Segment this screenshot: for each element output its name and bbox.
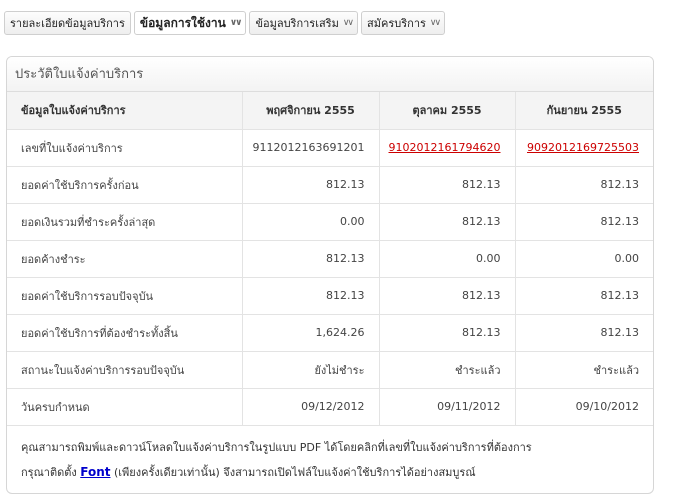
panel-title: ประวัติใบแจ้งค่าบริการ xyxy=(7,57,653,92)
double-chevron-down-icon: ∨∨ xyxy=(429,18,441,28)
bill-number-cell: 9112012163691201 xyxy=(242,129,380,167)
tab-label: ข้อมูลบริการเสริม xyxy=(255,17,339,30)
table-cell: 1,624.26 xyxy=(242,314,380,352)
table-cell: 812.13 xyxy=(515,203,653,241)
table-row: ยอดค้างชำระ 812.13 0.00 0.00 xyxy=(7,240,653,278)
table-cell: 812.13 xyxy=(379,277,516,315)
table-cell: 812.13 xyxy=(242,166,380,204)
service-tabs: รายละเอียดข้อมูลบริการ ข้อมูลการใช้งาน ∨… xyxy=(4,11,446,35)
table-row: ยอดค่าใช้บริการที่ต้องชำระทั้งสิ้น 1,624… xyxy=(7,314,653,352)
row-label: ยอดค่าใช้บริการครั้งก่อน xyxy=(7,166,243,204)
billing-history-table: ข้อมูลใบแจ้งค่าบริการ พฤศจิกายน 2555 ตุล… xyxy=(7,92,653,426)
bill-number-cell: 9102012161794620 xyxy=(379,129,516,167)
table-row: วันครบกำหนด 09/12/2012 09/11/2012 09/10/… xyxy=(7,388,653,426)
table-cell: 812.13 xyxy=(379,203,516,241)
billing-history-panel: ประวัติใบแจ้งค่าบริการ ข้อมูลใบแจ้งค่าบร… xyxy=(6,56,654,494)
column-header: ตุลาคม 2555 xyxy=(379,92,516,130)
bill-number-cell: 9092012169725503 xyxy=(515,129,653,167)
footnote-text: (เพียงครั้งเดียวเท่านั้น) จึงสามารถเปิดไ… xyxy=(110,465,476,479)
table-cell: 812.13 xyxy=(242,240,380,278)
table-cell: 812.13 xyxy=(379,166,516,204)
footnote-text: กรุณาติดตั้ง xyxy=(21,465,81,479)
table-cell: 812.13 xyxy=(515,166,653,204)
double-chevron-down-icon: ∨∨ xyxy=(229,18,243,28)
table-cell: 812.13 xyxy=(515,277,653,315)
table-cell: 812.13 xyxy=(515,314,653,352)
table-cell: 0.00 xyxy=(379,240,516,278)
table-cell: 0.00 xyxy=(515,240,653,278)
due-date-cell: 09/10/2012 xyxy=(515,388,653,426)
payment-status-cell: ชำระแล้ว xyxy=(515,351,653,389)
column-header: พฤศจิกายน 2555 xyxy=(242,92,380,130)
table-cell: 812.13 xyxy=(379,314,516,352)
footnote-line: คุณสามารถพิมพ์และดาวน์โหลดใบแจ้งค่าบริกา… xyxy=(21,440,532,454)
row-label: ยอดค้างชำระ xyxy=(7,240,243,278)
table-cell: 0.00 xyxy=(242,203,380,241)
tab-apply-service[interactable]: สมัครบริการ ∨∨ xyxy=(361,11,446,35)
footnote-line: กรุณาติดตั้ง Font (เพียงครั้งเดียวเท่านั… xyxy=(21,460,639,485)
bill-number-link[interactable]: 9092012169725503 xyxy=(527,141,639,154)
font-install-link[interactable]: Font xyxy=(80,465,110,479)
table-row: ยอดเงินรวมที่ชำระครั้งล่าสุด 0.00 812.13… xyxy=(7,203,653,241)
row-label: ยอดค่าใช้บริการที่ต้องชำระทั้งสิ้น xyxy=(7,314,243,352)
bill-number-link[interactable]: 9102012161794620 xyxy=(389,141,501,154)
pdf-download-note: คุณสามารถพิมพ์และดาวน์โหลดใบแจ้งค่าบริกา… xyxy=(7,426,653,485)
row-label: ยอดค่าใช้บริการรอบปัจจุบัน xyxy=(7,277,243,315)
row-label: วันครบกำหนด xyxy=(7,388,243,426)
payment-status-cell: ยังไม่ชำระ xyxy=(242,351,380,389)
row-label: ยอดเงินรวมที่ชำระครั้งล่าสุด xyxy=(7,203,243,241)
table-row: สถานะใบแจ้งค่าบริการรอบปัจจุบัน ยังไม่ชำ… xyxy=(7,351,653,389)
row-label: สถานะใบแจ้งค่าบริการรอบปัจจุบัน xyxy=(7,351,243,389)
row-label: เลขที่ใบแจ้งค่าบริการ xyxy=(7,129,243,167)
tab-label: ข้อมูลการใช้งาน xyxy=(139,15,226,30)
table-row: เลขที่ใบแจ้งค่าบริการ 9112012163691201 9… xyxy=(7,129,653,167)
tab-service-details[interactable]: รายละเอียดข้อมูลบริการ xyxy=(4,11,131,35)
table-header-row: ข้อมูลใบแจ้งค่าบริการ พฤศจิกายน 2555 ตุล… xyxy=(7,92,653,130)
tab-label: สมัครบริการ xyxy=(367,17,426,30)
double-chevron-down-icon: ∨∨ xyxy=(342,18,354,28)
table-cell: 812.13 xyxy=(242,277,380,315)
column-header: ข้อมูลใบแจ้งค่าบริการ xyxy=(7,92,243,130)
due-date-cell: 09/12/2012 xyxy=(242,388,380,426)
table-row: ยอดค่าใช้บริการรอบปัจจุบัน 812.13 812.13… xyxy=(7,277,653,315)
tab-usage-info[interactable]: ข้อมูลการใช้งาน ∨∨ xyxy=(133,11,247,35)
tab-label: รายละเอียดข้อมูลบริการ xyxy=(10,17,125,30)
tab-additional-services[interactable]: ข้อมูลบริการเสริม ∨∨ xyxy=(249,11,359,35)
column-header: กันยายน 2555 xyxy=(515,92,653,130)
payment-status-cell: ชำระแล้ว xyxy=(379,351,516,389)
due-date-cell: 09/11/2012 xyxy=(379,388,516,426)
table-row: ยอดค่าใช้บริการครั้งก่อน 812.13 812.13 8… xyxy=(7,166,653,204)
